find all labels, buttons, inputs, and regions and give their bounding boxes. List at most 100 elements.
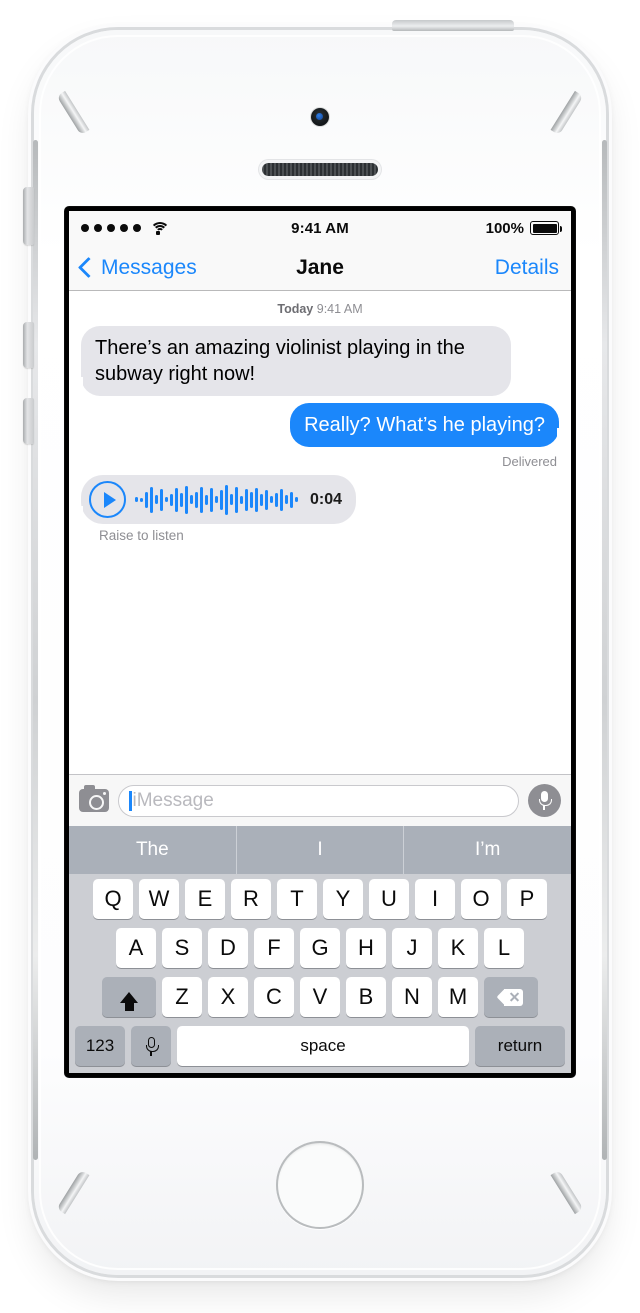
battery-icon xyxy=(530,221,562,235)
space-key[interactable]: space xyxy=(177,1026,469,1066)
message-input-bar: iMessage xyxy=(69,774,571,826)
waveform-bar xyxy=(290,491,293,508)
key-h[interactable]: H xyxy=(346,928,386,968)
key-k[interactable]: K xyxy=(438,928,478,968)
key-s[interactable]: S xyxy=(162,928,202,968)
key-r[interactable]: R xyxy=(231,879,271,919)
waveform-bar xyxy=(175,487,178,512)
volume-down-button[interactable] xyxy=(23,398,34,444)
waveform-bar xyxy=(250,491,253,508)
waveform-bar xyxy=(150,486,153,513)
waveform-bar xyxy=(185,485,188,514)
key-e[interactable]: E xyxy=(185,879,225,919)
key-a[interactable]: A xyxy=(116,928,156,968)
waveform-bar xyxy=(165,497,168,502)
microphone-icon[interactable] xyxy=(528,784,561,817)
key-l[interactable]: L xyxy=(484,928,524,968)
suggestion-3[interactable]: I’m xyxy=(403,826,571,874)
day-timestamp: Today 9:41 AM xyxy=(81,302,559,316)
iphone-device: 9:41 AM 100% Messages Jane Details Today… xyxy=(23,20,607,1275)
suggestion-2[interactable]: I xyxy=(235,826,404,874)
power-button[interactable] xyxy=(392,20,514,31)
ring-silent-switch[interactable] xyxy=(23,187,34,245)
waveform-bar xyxy=(275,492,278,507)
metal-band-bottom-left xyxy=(56,1169,90,1215)
front-camera xyxy=(311,108,329,126)
battery-percent-label: 100% xyxy=(485,219,524,237)
key-m[interactable]: M xyxy=(438,977,478,1017)
waveform-bar xyxy=(235,486,238,513)
text-cursor xyxy=(129,790,132,811)
key-g[interactable]: G xyxy=(300,928,340,968)
key-v[interactable]: V xyxy=(300,977,340,1017)
shift-icon xyxy=(120,991,138,1011)
key-j[interactable]: J xyxy=(392,928,432,968)
key-b[interactable]: B xyxy=(346,977,386,1017)
waveform-bar xyxy=(245,488,248,511)
delivery-receipt: Delivered xyxy=(502,454,557,469)
dictation-key[interactable] xyxy=(131,1026,171,1066)
waveform-bar xyxy=(215,496,218,503)
waveform-bar xyxy=(255,487,258,512)
day-time: 9:41 AM xyxy=(316,302,363,316)
message-bubble-incoming[interactable]: There’s an amazing violinist playing in … xyxy=(73,326,511,396)
predictive-text-bar: The I I’m xyxy=(69,826,571,874)
key-c[interactable]: C xyxy=(254,977,294,1017)
key-t[interactable]: T xyxy=(277,879,317,919)
day-label: Today xyxy=(277,302,314,316)
key-p[interactable]: P xyxy=(507,879,547,919)
return-key[interactable]: return xyxy=(475,1026,565,1066)
earpiece-speaker xyxy=(262,163,378,176)
device-screen: 9:41 AM 100% Messages Jane Details Today… xyxy=(65,207,575,1077)
metal-band-top-left xyxy=(56,90,90,136)
key-y[interactable]: Y xyxy=(323,879,363,919)
waveform-bar xyxy=(270,496,273,503)
key-w[interactable]: W xyxy=(139,879,179,919)
key-n[interactable]: N xyxy=(392,977,432,1017)
audio-waveform xyxy=(135,484,298,515)
keyboard-row-3: ZXCVBNM xyxy=(72,977,568,1017)
key-x[interactable]: X xyxy=(208,977,248,1017)
numbers-key[interactable]: 123 xyxy=(75,1026,125,1066)
key-q[interactable]: Q xyxy=(93,879,133,919)
waveform-bar xyxy=(240,495,243,504)
status-bar: 9:41 AM 100% xyxy=(69,211,571,245)
waveform-bar xyxy=(265,489,268,510)
message-input-placeholder: iMessage xyxy=(132,789,214,811)
waveform-bar xyxy=(295,497,298,502)
message-bubble-outgoing[interactable]: Really? What’s he playing? xyxy=(290,403,567,447)
key-f[interactable]: F xyxy=(254,928,294,968)
key-o[interactable]: O xyxy=(461,879,501,919)
messages-app: 9:41 AM 100% Messages Jane Details Today… xyxy=(69,211,571,1073)
message-row-incoming: There’s an amazing violinist playing in … xyxy=(73,326,559,396)
waveform-bar xyxy=(155,495,158,504)
delete-key[interactable] xyxy=(484,977,538,1017)
waveform-bar xyxy=(160,488,163,511)
key-z[interactable]: Z xyxy=(162,977,202,1017)
play-icon[interactable] xyxy=(89,481,126,518)
metal-band-bottom-right xyxy=(550,1169,584,1215)
audio-duration: 0:04 xyxy=(310,490,343,508)
keyboard-row-2: ASDFGHJKL xyxy=(72,928,568,968)
suggestion-1[interactable]: The xyxy=(69,826,236,874)
details-button[interactable]: Details xyxy=(495,256,559,280)
waveform-bar xyxy=(260,493,263,506)
waveform-bar xyxy=(195,491,198,508)
shift-key[interactable] xyxy=(102,977,156,1017)
raise-to-listen-hint: Raise to listen xyxy=(99,528,184,543)
waveform-bar xyxy=(200,486,203,513)
audio-message-bubble[interactable]: 0:04 xyxy=(72,475,357,524)
waveform-bar xyxy=(145,491,148,508)
waveform-bar xyxy=(205,494,208,505)
key-i[interactable]: I xyxy=(415,879,455,919)
message-input[interactable]: iMessage xyxy=(118,784,519,817)
screenshot-stage: 9:41 AM 100% Messages Jane Details Today… xyxy=(0,0,640,1313)
camera-icon[interactable] xyxy=(79,785,109,812)
home-button[interactable] xyxy=(276,1141,364,1229)
key-d[interactable]: D xyxy=(208,928,248,968)
waveform-bar xyxy=(170,493,173,506)
volume-up-button[interactable] xyxy=(23,322,34,368)
onscreen-keyboard: QWERTYUIOP ASDFGHJKL ZXCVBNM 123 space r… xyxy=(69,874,571,1073)
waveform-bar xyxy=(220,489,223,510)
key-u[interactable]: U xyxy=(369,879,409,919)
